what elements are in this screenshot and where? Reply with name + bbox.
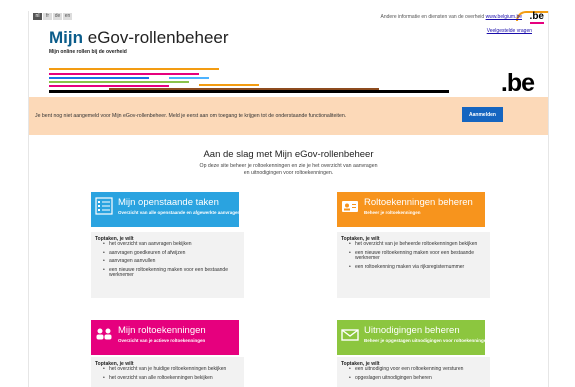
belgium-link[interactable]: www.belgium.be [486, 14, 522, 20]
task-list-icon [95, 197, 113, 215]
card-title: Mijn roltoekenningen [118, 325, 206, 336]
card-tasks-panel: Toptaken, je wilt het overzicht van aanv… [91, 232, 244, 298]
stripe-orange [49, 68, 219, 70]
language-nl[interactable]: nl [33, 13, 42, 20]
card-title: Uitnodigingen beheren [364, 325, 460, 336]
page-frame: nl fr de en Andere informatie en dienste… [28, 11, 549, 387]
card-subtitle: Overzicht van je actieve roltoekenningen [118, 338, 206, 343]
task-item[interactable]: het overzicht van je huidige roltoekenni… [103, 366, 226, 373]
tasks-list: het overzicht van je beheerde roltoekenn… [341, 241, 490, 273]
faq-link[interactable]: Veelgestelde vragen [487, 28, 532, 34]
task-item[interactable]: aanvragen goedkeuren of afwijzen [103, 250, 244, 257]
card-openstaande-taken[interactable]: Mijn openstaande taken Overzicht van all… [91, 192, 241, 227]
card-uitnodigingen-beheren[interactable]: Uitnodigingen beheren Beheer je opgestag… [337, 320, 489, 355]
card-subtitle: Beheer je roltoekenningen [364, 210, 421, 215]
top-info: Andere informatie en diensten van de ove… [381, 14, 522, 20]
language-en[interactable]: en [63, 13, 72, 20]
task-item[interactable]: een nieuwe roltoekenning maken voor een … [349, 250, 490, 262]
stripe-pink [49, 73, 199, 75]
login-banner: Je bent nog niet aangemeld voor Mijn eGo… [29, 97, 548, 135]
task-item[interactable]: opgeslagen uitnodigingen beheren [349, 375, 463, 382]
language-fr[interactable]: fr [43, 13, 52, 20]
top-info-text: Andere informatie en diensten van de ove… [380, 14, 485, 20]
task-item[interactable]: het overzicht van aanvragen bekijken [103, 241, 244, 248]
task-item[interactable]: het overzicht van alle roltoekenningen b… [103, 375, 226, 382]
card-title: Mijn openstaande taken [118, 197, 219, 208]
card-tasks-panel: Toptaken, je wilt een uitnodiging voor e… [337, 357, 490, 387]
login-button[interactable]: Aanmelden [462, 107, 503, 122]
card-title: Roltoekenningen beheren [364, 197, 473, 208]
header-stripes [49, 65, 495, 99]
be-logo-small[interactable]: .be [529, 11, 544, 24]
tasks-list: een uitnodiging voor een roltoekenning v… [341, 366, 463, 384]
be-logo-large: .be [500, 69, 535, 97]
users-icon [96, 328, 112, 340]
language-switcher: nl fr de en [33, 13, 72, 20]
stripe-pink-2 [49, 85, 169, 87]
stripe-green [49, 81, 189, 83]
tasks-list: het overzicht van aanvragen bekijken aan… [95, 241, 244, 282]
main-heading: Aan de slag met Mijn eGov-rollenbeheer [203, 149, 374, 160]
task-item[interactable]: een nieuwe roltoekenning maken voor een … [103, 267, 244, 279]
page-title: Mijn eGov-rollenbeheer [49, 28, 229, 48]
banner-text: Je bent nog niet aangemeld voor Mijn eGo… [35, 113, 347, 119]
stripe-brown [109, 88, 379, 90]
id-card-icon [342, 201, 358, 212]
card-mijn-roltoekenningen[interactable]: Mijn roltoekenningen Overzicht van je ac… [91, 320, 239, 355]
language-de[interactable]: de [53, 13, 62, 20]
task-item[interactable]: aanvragen aanvullen [103, 259, 244, 265]
card-roltoekenningen-beheren[interactable]: Roltoekenningen beheren Beheer je roltoe… [337, 192, 485, 227]
tasks-list: het overzicht van je huidige roltoekenni… [95, 366, 226, 384]
stripe-blue [49, 77, 149, 79]
card-subtitle: Beheer je opgestagen uitnodigingen voor … [364, 338, 490, 343]
card-tasks-panel: Toptaken, je wilt het overzicht van je h… [91, 357, 244, 387]
stripe-black [49, 90, 449, 93]
title-main: eGov-rollenbeheer [87, 28, 229, 47]
card-tasks-panel: Toptaken, je wilt het overzicht van je b… [337, 232, 490, 298]
page-subtitle: Mijn online rollen bij de overheid [49, 49, 127, 55]
task-item[interactable]: een roltoekenning maken via rijksregiste… [349, 264, 490, 271]
task-item[interactable]: een uitnodiging voor een roltoekenning v… [349, 366, 463, 373]
task-item[interactable]: het overzicht van je beheerde roltoekenn… [349, 241, 490, 248]
title-mijn: Mijn [49, 28, 83, 47]
stripe-blue-short [169, 77, 209, 79]
card-subtitle: Overzicht van alle openstaande en afgewe… [118, 210, 241, 215]
stripe-orange-2 [199, 84, 259, 86]
intro-text: Op deze site beheer je roltoekenningen e… [199, 163, 378, 176]
envelope-icon [341, 329, 359, 341]
